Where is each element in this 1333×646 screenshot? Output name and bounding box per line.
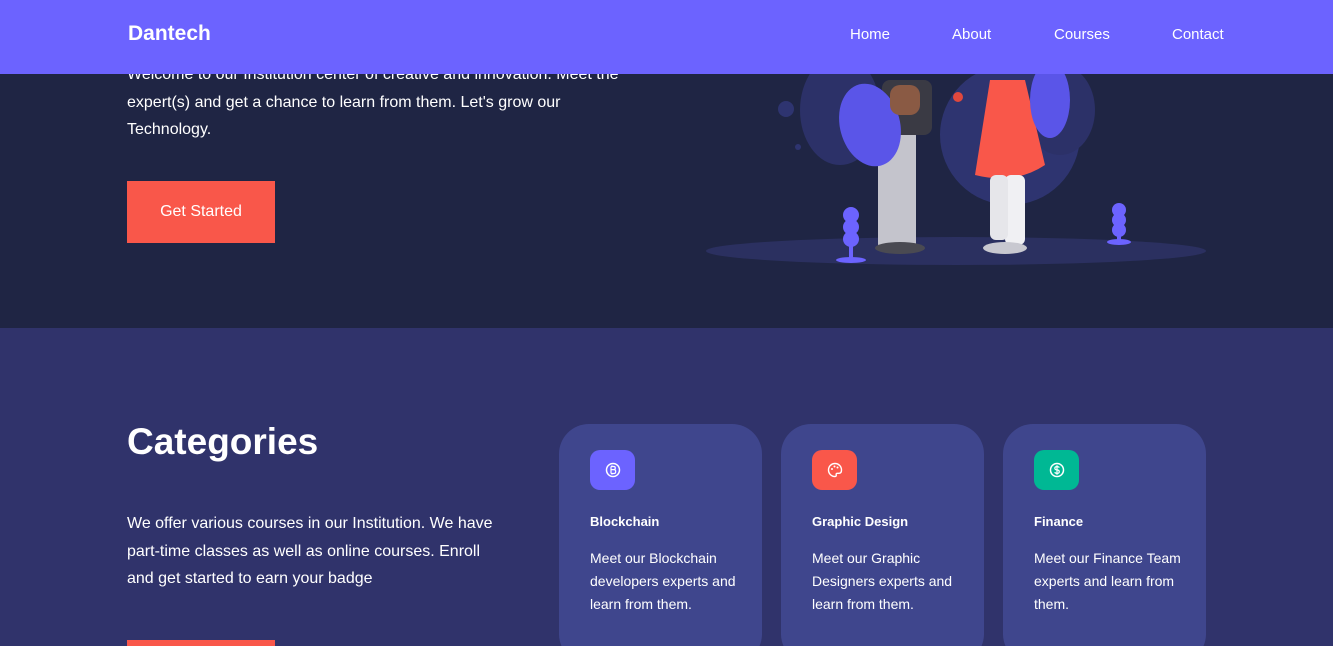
categories-button[interactable]	[127, 640, 275, 646]
card-graphic-design[interactable]: Graphic Design Meet our Graphic Designer…	[781, 424, 984, 646]
get-started-button[interactable]: Get Started	[127, 181, 275, 243]
card-title: Finance	[1034, 514, 1084, 529]
card-title: Graphic Design	[812, 514, 909, 529]
nav-contact[interactable]: Contact	[1172, 26, 1224, 43]
brand-logo[interactable]: Dantech	[128, 22, 211, 46]
bitcoin-icon	[590, 450, 635, 490]
students-illustration	[706, 55, 1206, 265]
card-text: Meet our Graphic Designers experts and l…	[812, 550, 953, 612]
card-finance[interactable]: Finance Meet our Finance Team experts an…	[1003, 424, 1206, 646]
navbar: Dantech Home About Courses Contact	[0, 0, 1333, 74]
dollar-icon	[1034, 450, 1079, 490]
card-text: Meet our Blockchain developers experts a…	[590, 550, 736, 612]
nav-courses[interactable]: Courses	[1054, 26, 1110, 43]
categories-description: We offer various courses in our Institut…	[127, 515, 493, 587]
nav-about[interactable]: About	[952, 26, 991, 43]
card-blockchain[interactable]: Blockchain Meet our Blockchain developer…	[559, 424, 762, 646]
card-title: Blockchain	[590, 514, 660, 529]
categories-title: Categories	[127, 421, 319, 462]
nav-home[interactable]: Home	[850, 26, 890, 43]
palette-icon	[812, 450, 857, 490]
card-text: Meet our Finance Team experts and learn …	[1034, 550, 1181, 612]
